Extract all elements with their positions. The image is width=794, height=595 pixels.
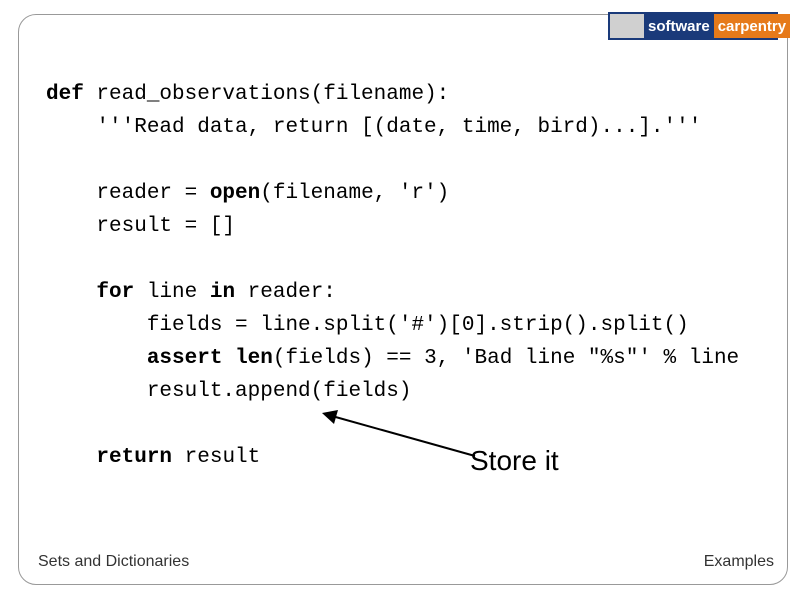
- code-block: def read_observations(filename): '''Read…: [46, 78, 788, 474]
- kw-for: for: [96, 281, 134, 304]
- logo-text-carpentry: carpentry: [714, 14, 790, 38]
- code-text: [46, 347, 147, 370]
- logo-text-software: software: [644, 14, 714, 38]
- logo-tagline: [610, 14, 644, 38]
- footer-right: Examples: [704, 553, 774, 571]
- code-text: result = []: [46, 215, 235, 238]
- kw-assert: assert: [147, 347, 223, 370]
- footer-left: Sets and Dictionaries: [38, 553, 189, 571]
- code-text: line: [134, 281, 210, 304]
- code-text: read_observations(filename):: [84, 83, 449, 106]
- code-text: (filename, 'r'): [260, 182, 449, 205]
- kw-def: def: [46, 83, 84, 106]
- code-text: reader =: [46, 182, 210, 205]
- annotation-text: Store it: [470, 445, 559, 477]
- code-text: (fields) == 3, 'Bad line "%s"' % line: [273, 347, 739, 370]
- logo-software-carpentry: software carpentry: [608, 12, 778, 40]
- kw-len: len: [235, 347, 273, 370]
- code-text: [46, 281, 96, 304]
- code-text: result: [172, 446, 260, 469]
- kw-open: open: [210, 182, 260, 205]
- code-text: reader:: [235, 281, 336, 304]
- code-text: '''Read data, return [(date, time, bird)…: [46, 116, 701, 139]
- code-text: [46, 446, 96, 469]
- code-text: fields = line.split('#')[0].strip().spli…: [46, 314, 689, 337]
- kw-in: in: [210, 281, 235, 304]
- code-text: [222, 347, 235, 370]
- code-text: result.append(fields): [46, 380, 411, 403]
- kw-return: return: [96, 446, 172, 469]
